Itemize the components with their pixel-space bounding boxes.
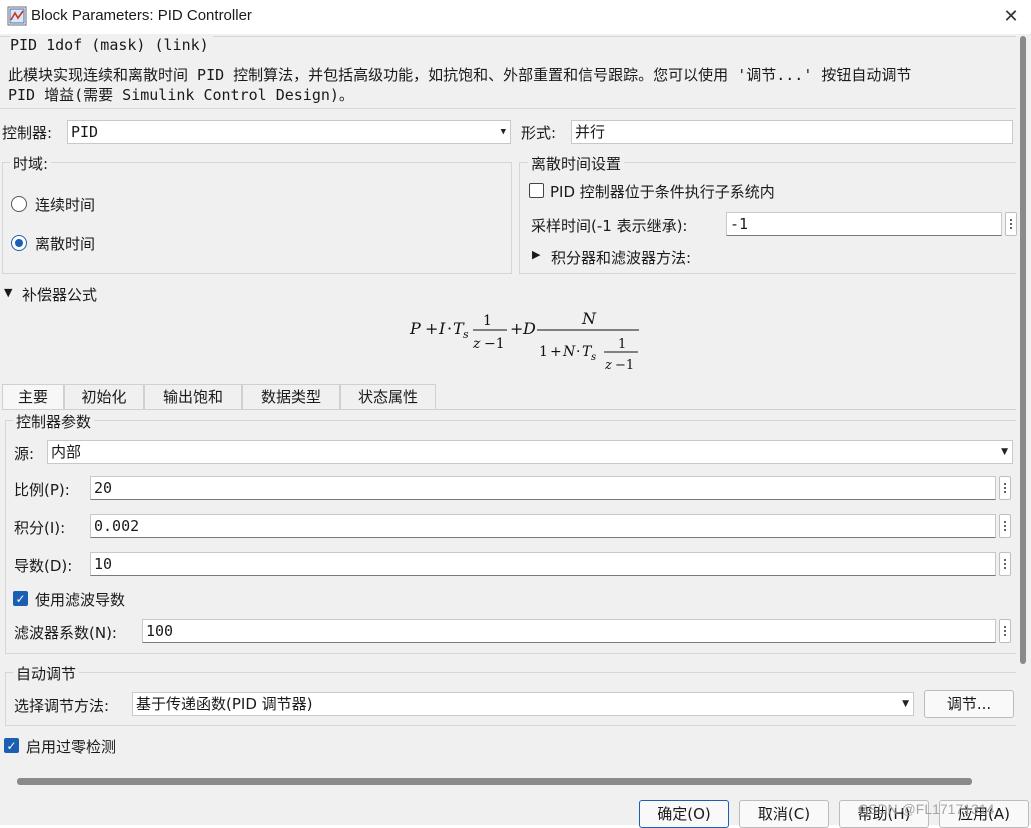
filter-coefficient-menu-icon[interactable] [999, 619, 1011, 643]
svg-text:1: 1 [618, 337, 626, 352]
close-icon[interactable]: ✕ [996, 4, 1026, 30]
tab-main[interactable]: 主要 [2, 384, 64, 410]
svg-text:P: P [409, 319, 421, 338]
autotune-title: 自动调节 [13, 663, 80, 684]
proportional-menu-icon[interactable] [999, 476, 1011, 500]
tab-data-types[interactable]: 数据类型 [242, 384, 340, 410]
zero-crossing-label[interactable]: 启用过零检测 [26, 736, 116, 757]
cancel-button[interactable]: 取消(C) [739, 800, 829, 828]
time-domain-title: 时域: [10, 153, 52, 174]
compensator-formula-graphic: P + I · T s 1 z −1 + D N 1 + N · T s 1 z… [409, 309, 639, 373]
tab-divider [2, 409, 1016, 410]
svg-text:N: N [562, 344, 576, 360]
tuning-method-label: 选择调节方法: [14, 697, 110, 715]
integral-menu-icon[interactable] [999, 514, 1011, 538]
chevron-down-icon[interactable]: ▼ [4, 286, 12, 299]
discrete-settings-title: 离散时间设置 [528, 153, 625, 174]
derivative-input[interactable]: 10 [90, 552, 996, 576]
horizontal-scrollbar-thumb[interactable] [17, 778, 972, 785]
tuning-method-value: 基于传递函数(PID 调节器) [136, 695, 313, 713]
proportional-input[interactable]: 20 [90, 476, 996, 500]
svg-text:z: z [472, 336, 481, 352]
radio-continuous-label[interactable]: 连续时间 [35, 194, 95, 215]
chevron-down-icon: ▼ [500, 127, 506, 137]
chevron-down-icon: ▼ [1001, 447, 1008, 457]
svg-text:·: · [576, 344, 580, 360]
svg-text:s: s [591, 352, 596, 363]
source-label: 源: [14, 445, 35, 463]
vertical-scrollbar[interactable] [1019, 36, 1027, 774]
tab-initialization[interactable]: 初始化 [64, 384, 144, 410]
svg-text:D: D [522, 319, 536, 338]
tab-state-attributes[interactable]: 状态属性 [340, 384, 436, 410]
integral-input[interactable]: 0.002 [90, 514, 996, 538]
simulink-app-icon [7, 6, 27, 26]
compensator-title: 补偿器公式 [22, 286, 98, 304]
radio-discrete-label[interactable]: 离散时间 [35, 233, 95, 254]
controller-value: PID [71, 123, 99, 141]
integral-label: 积分(I): [14, 519, 66, 537]
watermark-text: CSDN @FL17171314 [858, 801, 995, 817]
form-label: 形式: [521, 124, 557, 142]
description-line-1: 此模块实现连续和离散时间 PID 控制算法，并包括高级功能，如抗饱和、外部重置和… [8, 66, 912, 84]
svg-text:N: N [581, 309, 597, 328]
chevron-down-icon: ▼ [902, 699, 909, 709]
description-line-2: PID 增益(需要 Simulink Control Design)。 [8, 86, 354, 104]
tab-output-saturation[interactable]: 输出饱和 [144, 384, 242, 410]
sample-time-label: 采样时间(-1 表示继承): [531, 217, 688, 235]
radio-continuous[interactable] [11, 196, 27, 212]
svg-text:1: 1 [539, 344, 548, 360]
controller-dropdown[interactable]: PID ▼ [67, 120, 511, 144]
filter-coefficient-label: 滤波器系数(N): [14, 624, 117, 642]
title-bar: Block Parameters: PID Controller ✕ [0, 0, 1031, 34]
tuning-method-dropdown[interactable]: 基于传递函数(PID 调节器) ▼ [132, 692, 914, 716]
svg-text:+: + [510, 319, 523, 338]
radio-discrete[interactable] [11, 235, 27, 251]
derivative-menu-icon[interactable] [999, 552, 1011, 576]
derivative-label: 导数(D): [14, 557, 73, 575]
zero-crossing-checkbox[interactable]: ✓ [4, 738, 19, 753]
svg-text:−1: −1 [484, 336, 505, 352]
mask-header: PID 1dof (mask) (link) [10, 36, 213, 54]
svg-text:s: s [463, 328, 469, 341]
integrator-method-label[interactable]: 积分器和滤波器方法: [551, 247, 691, 268]
svg-text:·: · [447, 319, 452, 338]
window-title: Block Parameters: PID Controller [31, 7, 252, 24]
source-value: 内部 [51, 443, 82, 461]
proportional-label: 比例(P): [14, 481, 70, 499]
svg-text:I: I [438, 319, 446, 338]
svg-text:z: z [604, 358, 612, 373]
vertical-scrollbar-thumb[interactable] [1020, 36, 1026, 664]
controller-label: 控制器: [2, 124, 53, 142]
svg-text:1: 1 [483, 313, 492, 329]
conditional-subsystem-checkbox[interactable] [529, 183, 544, 198]
filter-derivative-checkbox[interactable]: ✓ [13, 591, 28, 606]
filter-coefficient-input[interactable]: 100 [142, 619, 996, 643]
conditional-subsystem-label[interactable]: PID 控制器位于条件执行子系统内 [550, 181, 775, 202]
chevron-right-icon[interactable]: ▶ [532, 248, 540, 261]
source-dropdown[interactable]: 内部 ▼ [47, 440, 1013, 464]
svg-text:−1: −1 [615, 358, 634, 373]
divider [0, 108, 1016, 109]
ok-button[interactable]: 确定(O) [639, 800, 729, 828]
svg-text:+: + [550, 344, 562, 360]
svg-text:+: + [425, 319, 438, 338]
form-field[interactable]: 并行 [571, 120, 1013, 144]
tune-button[interactable]: 调节... [924, 690, 1014, 718]
time-domain-panel [2, 162, 512, 274]
controller-params-title: 控制器参数 [13, 411, 95, 432]
filter-derivative-label[interactable]: 使用滤波导数 [35, 589, 125, 610]
sample-time-input[interactable]: -1 [726, 212, 1002, 236]
sample-time-menu-icon[interactable] [1005, 212, 1017, 236]
